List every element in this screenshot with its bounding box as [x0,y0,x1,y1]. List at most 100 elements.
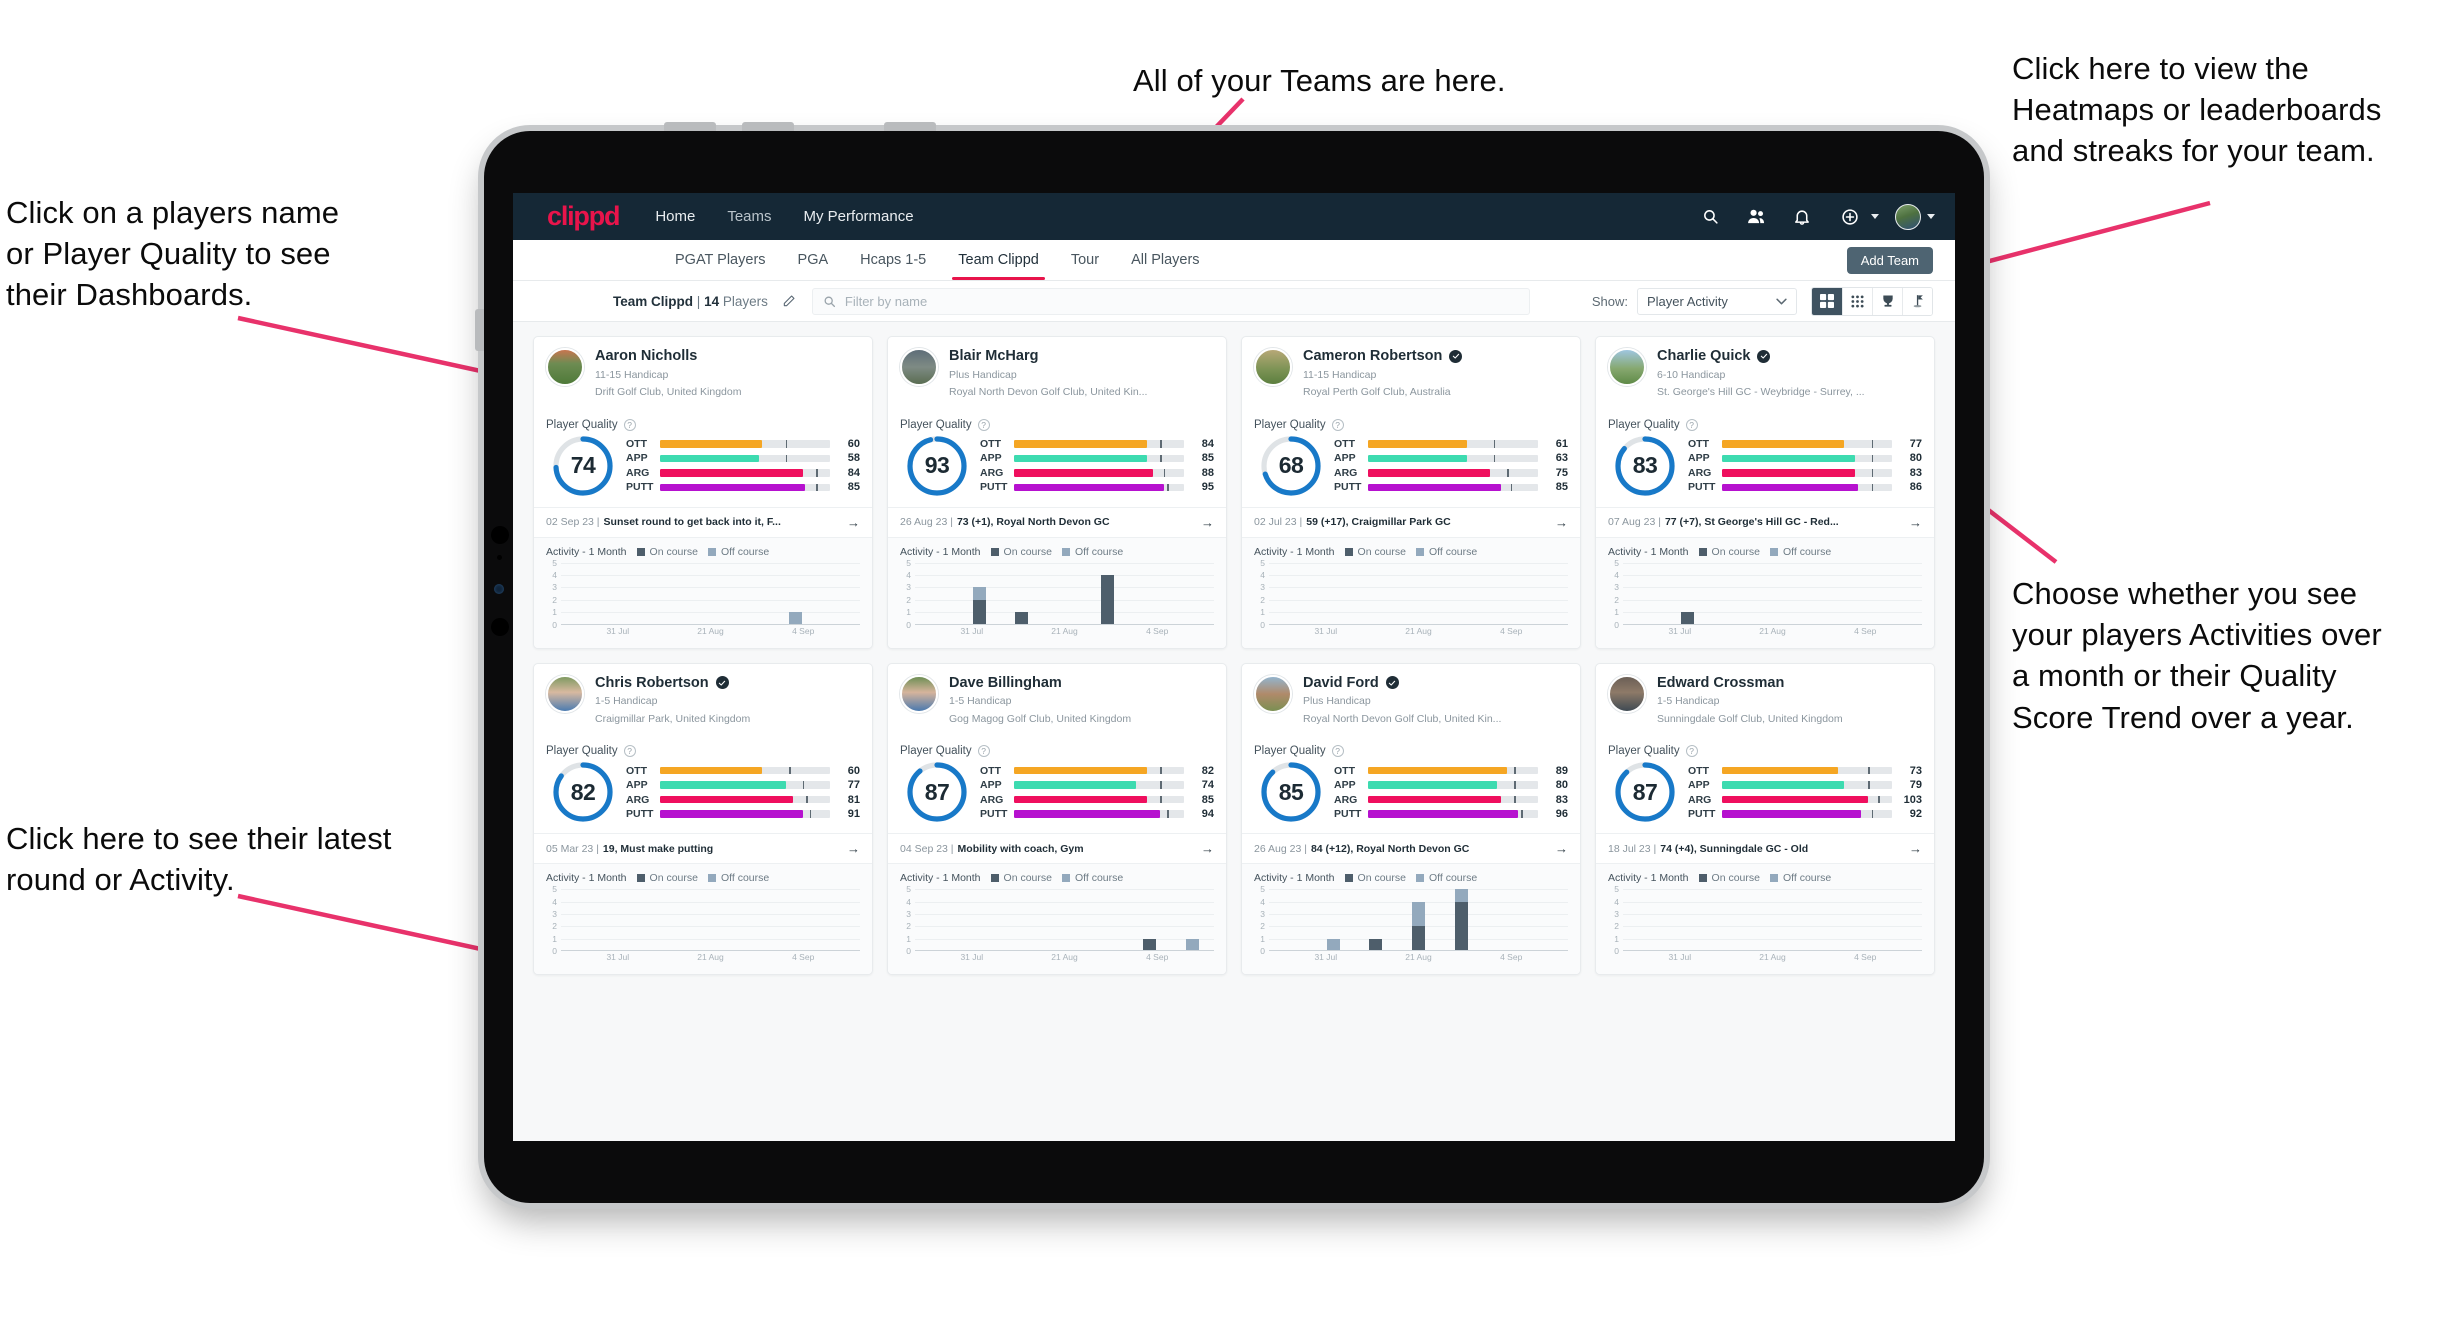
latest-round-row[interactable]: 05 Mar 23 | 19, Must make putting → [534,833,872,863]
arrow-right-icon[interactable]: → [837,841,860,856]
latest-round-row[interactable]: 02 Sep 23 | Sunset round to get back into… [534,506,872,537]
arrow-right-icon[interactable]: → [1191,841,1214,856]
player-quality-section[interactable]: Player Quality? 68 OTT 61 APP 63 ARG 75 PUTT 85 [1242,410,1580,507]
arrow-right-icon[interactable]: → [1899,515,1922,530]
player-card[interactable]: Charlie Quick 6-10 Handicap St. George's H… [1595,336,1935,649]
player-avatar[interactable] [546,674,584,713]
question-icon[interactable]: ? [623,745,636,758]
player-name[interactable]: David Ford [1303,675,1568,692]
bell-icon[interactable] [1787,202,1817,232]
search-icon[interactable] [1695,202,1725,232]
player-card-header[interactable]: Chris Robertson 1-5 Handicap Craigmillar P… [534,664,872,737]
latest-round-row[interactable]: 26 Aug 23 | 84 (+12), Royal North Devon G… [1242,833,1580,863]
volume-button-2[interactable] [742,122,794,131]
player-name[interactable]: Chris Robertson [595,675,860,692]
arrow-right-icon[interactable]: → [837,515,860,530]
latest-round-row[interactable]: 18 Jul 23 | 74 (+4), Sunningdale GC - Old… [1596,833,1934,863]
latest-round-row[interactable]: 02 Jul 23 | 59 (+17), Craigmillar Park GC… [1242,506,1580,537]
tab-all-players[interactable]: All Players [1115,240,1216,280]
latest-round-date: 07 Aug 23 | [1608,516,1661,529]
activity-title: Activity - 1 Month [1608,545,1689,558]
player-quality-section[interactable]: Player Quality? 87 OTT 82 APP 74 ARG 85 PUTT 94 [888,736,1226,833]
question-icon[interactable]: ? [1331,745,1344,758]
arrow-right-icon[interactable]: → [1545,841,1568,856]
player-card[interactable]: Edward Crossman 1-5 Handicap Sunningdale G… [1595,662,1935,976]
player-card[interactable]: Dave Billingham 1-5 Handicap Gog Magog Gol… [887,662,1227,976]
player-quality-section[interactable]: Player Quality? 83 OTT 77 APP 80 ARG 83 PUTT 86 [1596,410,1934,507]
player-quality-section[interactable]: Player Quality? 74 OTT 60 APP 58 ARG 84 PUTT 85 [534,410,872,507]
nav-link-my-performance[interactable]: My Performance [802,204,916,229]
player-card-header[interactable]: Cameron Robertson 11-15 Handicap Royal Per… [1242,337,1580,410]
player-avatar[interactable] [1254,674,1292,713]
clippd-logo[interactable]: clippd [547,201,621,232]
player-quality-title: Player Quality? [1608,418,1922,431]
player-card-header[interactable]: Aaron Nicholls 11-15 Handicap Drift Golf C… [534,337,872,410]
player-card-header[interactable]: Edward Crossman 1-5 Handicap Sunningdale G… [1596,664,1934,737]
tab-tour[interactable]: Tour [1055,240,1115,280]
nav-link-home[interactable]: Home [653,204,697,229]
player-card-header[interactable]: Dave Billingham 1-5 Handicap Gog Magog Gol… [888,664,1226,737]
trophy-icon[interactable] [1872,287,1902,315]
pencil-icon[interactable] [774,288,804,314]
player-quality-section[interactable]: Player Quality? 82 OTT 60 APP 77 ARG 81 PUTT 91 [534,736,872,833]
player-avatar[interactable] [900,674,938,713]
tab-pgat-players[interactable]: PGAT Players [659,240,782,280]
player-card[interactable]: Cameron Robertson 11-15 Handicap Royal Per… [1241,336,1581,649]
plus-menu-caret-icon[interactable] [1871,214,1879,219]
nav-link-teams[interactable]: Teams [725,204,773,229]
question-icon[interactable]: ? [977,745,990,758]
tab-team-clippd[interactable]: Team Clippd [942,240,1055,280]
latest-round-row[interactable]: 04 Sep 23 | Mobility with coach, Gym → [888,833,1226,863]
arrow-right-icon[interactable]: → [1899,841,1922,856]
arrow-right-icon[interactable]: → [1191,515,1214,530]
player-card[interactable]: Blair McHarg Plus Handicap Royal North Dev… [887,336,1227,649]
player-avatar[interactable] [900,348,938,386]
question-icon[interactable]: ? [977,418,990,431]
chart-x-label: 31 Jul [1668,625,1692,636]
player-name[interactable]: Cameron Robertson [1303,348,1568,365]
player-name[interactable]: Edward Crossman [1657,675,1922,692]
grid-icon[interactable] [1812,287,1842,315]
tab-hcaps-1-5[interactable]: Hcaps 1-5 [844,240,942,280]
player-card-header[interactable]: Charlie Quick 6-10 Handicap St. George's H… [1596,337,1934,410]
player-quality-section[interactable]: Player Quality? 87 OTT 73 APP 79 ARG 103 PUTT 92 [1596,736,1934,833]
question-icon[interactable]: ? [1685,418,1698,431]
player-card[interactable]: Chris Robertson 1-5 Handicap Craigmillar P… [533,662,873,976]
player-card[interactable]: David Ford Plus Handicap Royal North Devon… [1241,662,1581,976]
player-name[interactable]: Aaron Nicholls [595,348,860,365]
golf-flag-icon[interactable] [1902,287,1932,315]
avatar[interactable] [1895,203,1921,230]
people-icon[interactable] [1741,202,1771,232]
dots-grid-icon[interactable] [1842,287,1872,315]
player-avatar[interactable] [1254,348,1292,386]
player-name[interactable]: Dave Billingham [949,675,1214,692]
side-button[interactable] [475,309,484,351]
add-team-button[interactable]: Add Team [1846,247,1933,274]
player-avatar[interactable] [546,348,584,386]
quality-bar-row: APP 85 [980,451,1214,466]
question-icon[interactable]: ? [623,418,636,431]
player-card-header[interactable]: Blair McHarg Plus Handicap Royal North Dev… [888,337,1226,410]
plus-circle-icon[interactable] [1835,202,1865,232]
search-input[interactable]: Filter by name [811,287,1530,315]
player-quality-section[interactable]: Player Quality? 85 OTT 89 APP 80 ARG 83 PUTT 96 [1242,736,1580,833]
player-name[interactable]: Blair McHarg [949,348,1214,365]
player-name[interactable]: Charlie Quick [1657,348,1922,365]
tab-pga[interactable]: PGA [782,240,845,280]
annotation-latest-round: Click here to see their latest round or … [6,821,392,898]
question-icon[interactable]: ? [1685,745,1698,758]
arrow-right-icon[interactable]: → [1545,515,1568,530]
chart-bar-slot [561,889,604,951]
player-card[interactable]: Aaron Nicholls 11-15 Handicap Drift Golf C… [533,336,873,649]
show-select[interactable]: Player Activity [1637,287,1797,315]
player-avatar[interactable] [1608,348,1646,386]
avatar-menu-caret-icon[interactable] [1927,214,1935,219]
latest-round-row[interactable]: 07 Aug 23 | 77 (+7), St George's Hill GC … [1596,506,1934,537]
question-icon[interactable]: ? [1331,418,1344,431]
latest-round-row[interactable]: 26 Aug 23 | 73 (+1), Royal North Devon GC… [888,506,1226,537]
volume-button-1[interactable] [664,122,716,131]
player-avatar[interactable] [1608,674,1646,713]
player-quality-section[interactable]: Player Quality? 93 OTT 84 APP 85 ARG 88 PUTT 95 [888,410,1226,507]
power-button[interactable] [884,122,936,131]
player-card-header[interactable]: David Ford Plus Handicap Royal North Devon… [1242,664,1580,737]
